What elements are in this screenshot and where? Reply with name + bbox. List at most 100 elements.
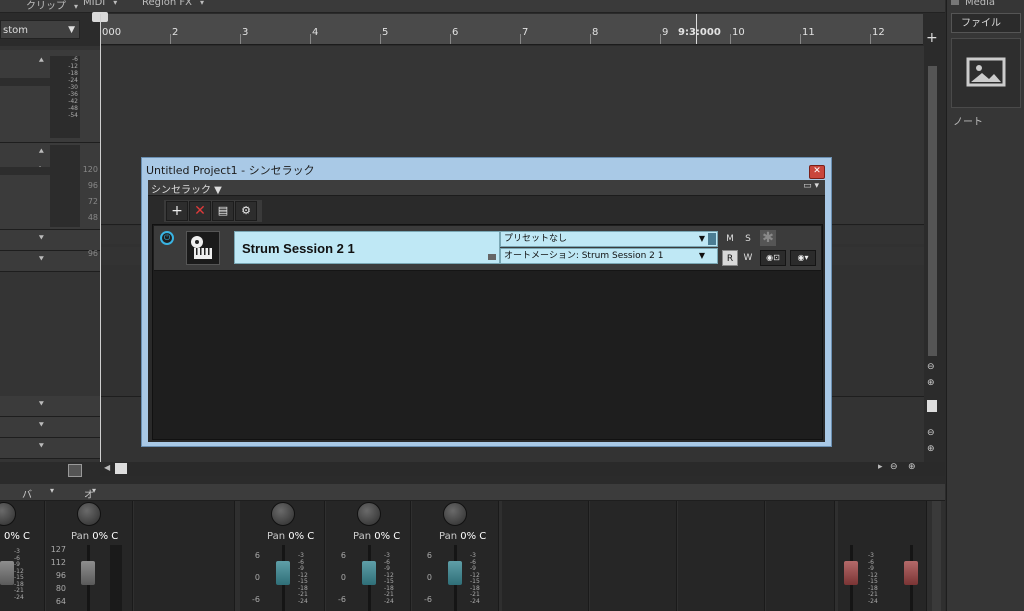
add-icon[interactable]: +: [926, 30, 938, 46]
empty-strip: [502, 501, 589, 611]
mute-button[interactable]: M: [722, 231, 738, 247]
track-header-pane: ⯅ + -6 -12 -18 -24 -30 -36 -42 -48 -54 ⯅…: [0, 46, 100, 462]
empty-strip: [678, 501, 765, 611]
notes-label: ノート: [953, 117, 983, 128]
track-name-bar[interactable]: [0, 78, 50, 86]
ruler-tick: [660, 34, 661, 44]
delete-synth-button[interactable]: ✕: [189, 201, 211, 221]
scroll-right-icon[interactable]: ▸: [878, 462, 883, 472]
tab-media[interactable]: Media: [951, 0, 995, 8]
chevron-down-icon: ▼: [698, 234, 705, 243]
meter-scale: -3 -6 -9 -12 -15 -18 -21 -24: [14, 548, 24, 601]
track-header-6[interactable]: ⯆: [0, 417, 100, 438]
track-view-preset-select[interactable]: stom ▼: [0, 20, 80, 39]
value-label: 96: [87, 249, 98, 258]
timeline-ruler[interactable]: 000 2 3 4 5 6 7 8 9 9:3:000 10 11 12: [100, 14, 923, 45]
scale-label: 6: [254, 551, 260, 560]
master-strip: -3 -6 -9 -12 -15 -18 -21 -24: [838, 501, 927, 611]
scroll-left-icon[interactable]: ◀: [104, 463, 110, 472]
pan-readout: Pan 0% C: [353, 531, 401, 542]
master-fader-right[interactable]: [904, 561, 918, 585]
collapse-icon[interactable]: ⯅: [38, 56, 45, 66]
automation-select[interactable]: オートメーション: Strum Session 2 1 ▼: [500, 248, 718, 264]
track-header-1[interactable]: ⯅ + -6 -12 -18 -24 -30 -36 -42 -48 -54: [0, 50, 100, 143]
menu-region-fx[interactable]: Region FX ▾: [142, 0, 204, 8]
output-menu-button[interactable]: ◉▾: [790, 250, 816, 266]
write-automation-button[interactable]: W: [740, 250, 756, 266]
scale-label: 112: [50, 558, 66, 567]
scale-label: -6: [252, 595, 260, 604]
pan-knob[interactable]: [0, 502, 16, 526]
meter-label: -36: [68, 91, 78, 98]
insert-options-button[interactable]: ⚙: [235, 201, 257, 221]
mixer-scrollbar[interactable]: [932, 501, 941, 611]
add-synth-button[interactable]: +: [166, 201, 188, 221]
zoom-out-icon[interactable]: ⊖: [890, 462, 898, 472]
ruler-mark: 6: [452, 27, 459, 38]
window-title: Untitled Project1 - シンセラック: [146, 164, 315, 177]
expand-icon[interactable]: ⯆: [38, 400, 45, 410]
preset-spinner[interactable]: [708, 233, 716, 245]
scale-label: 80: [55, 584, 66, 593]
track-name-bar[interactable]: [0, 167, 50, 175]
output-toggle-button[interactable]: ◉⊡: [760, 250, 786, 266]
vertical-scrollbar[interactable]: ⊖ ⊕ ⊖ ⊕: [927, 46, 938, 462]
preset-select[interactable]: プリセットなし ▼: [500, 231, 718, 247]
expand-icon[interactable]: ⯆: [38, 255, 45, 265]
volume-fader[interactable]: [276, 561, 290, 585]
collapse-handle[interactable]: [488, 254, 496, 260]
track-header-7[interactable]: ⯆: [0, 438, 100, 459]
volume-fader[interactable]: [0, 561, 14, 585]
mixer-strip: Pan 0% C 6 0 -6 -3 -6 -9 -12 -15 -18 -21 -24: [240, 501, 325, 611]
zoom-in-icon[interactable]: ⊕: [908, 462, 916, 472]
ruler-mark: 10: [732, 27, 745, 38]
mixer-strip: Pan 0% C 6 0 -6 -3 -6 -9 -12 -15 -18 -21 -24: [412, 501, 499, 611]
collapse-icon[interactable]: ⯅: [38, 147, 45, 157]
close-button[interactable]: ✕: [809, 165, 825, 179]
synth-name-field[interactable]: Strum Session 2 1: [234, 231, 500, 264]
pan-knob[interactable]: [271, 502, 295, 526]
window-options-icon[interactable]: ▭ ▾: [803, 181, 819, 191]
track-header-5[interactable]: ⯆: [0, 396, 100, 417]
pan-knob[interactable]: [443, 502, 467, 526]
chevron-down-icon: ▾: [200, 0, 205, 7]
value-label: 120: [82, 165, 98, 174]
file-button[interactable]: ファイルの...: [951, 13, 1021, 49]
ruler-mark: 000: [102, 27, 122, 38]
pan-knob[interactable]: [77, 502, 101, 526]
pan-knob[interactable]: [357, 502, 381, 526]
ruler-mark: 5: [382, 27, 389, 38]
volume-fader[interactable]: [448, 561, 462, 585]
properties-button[interactable]: ▤: [212, 201, 234, 221]
value-label: 72: [87, 197, 98, 206]
zoom-in-icon[interactable]: ⊕: [927, 378, 935, 388]
instrument-icon[interactable]: [186, 231, 220, 265]
pan-readout: Pan 0% C: [267, 531, 315, 542]
scroll-box[interactable]: [927, 400, 937, 412]
synth-slot[interactable]: ⏻ Strum Session 2 1 プリセットなし ▼ オートメーション: …: [154, 226, 821, 271]
master-fader-left[interactable]: [844, 561, 858, 585]
synth-rack-body: シンセラック ▼ ▭ ▾ + ✕ ▤ ⚙ ⏻ Strum Session 2 1…: [148, 180, 825, 442]
horizontal-scrollbar[interactable]: ◀ ▸ ⊖ ⊕: [100, 462, 945, 476]
power-button[interactable]: ⏻: [160, 231, 174, 245]
rack-menu[interactable]: シンセラック ▼: [151, 181, 222, 196]
expand-icon[interactable]: ⯆: [38, 442, 45, 452]
meter-label: -30: [68, 84, 78, 91]
zoom-in-icon[interactable]: ⊕: [927, 444, 935, 454]
empty-strip: [766, 501, 835, 611]
track-menu-button[interactable]: [68, 464, 82, 477]
solo-button[interactable]: S: [740, 231, 756, 247]
freeze-button[interactable]: ✱: [760, 230, 776, 246]
read-automation-button[interactable]: R: [722, 250, 738, 266]
zoom-out-icon[interactable]: ⊖: [927, 362, 935, 372]
ruler-tick: [170, 34, 171, 44]
volume-fader[interactable]: [81, 561, 95, 585]
menu-clip[interactable]: クリップ ▾: [26, 0, 78, 12]
scroll-thumb[interactable]: [928, 66, 937, 356]
expand-icon[interactable]: ⯆: [38, 421, 45, 431]
scroll-thumb[interactable]: [115, 463, 127, 474]
volume-fader[interactable]: [362, 561, 376, 585]
menu-midi[interactable]: MIDI ▾: [83, 0, 117, 8]
expand-icon[interactable]: ⯆: [38, 234, 45, 244]
zoom-out-icon[interactable]: ⊖: [927, 428, 935, 438]
